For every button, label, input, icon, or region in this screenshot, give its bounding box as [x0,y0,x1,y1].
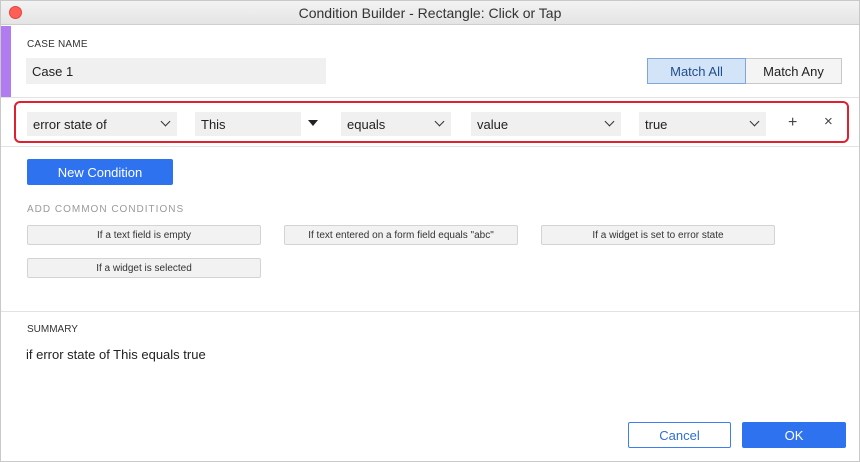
match-mode-toggle: Match All Match Any [647,58,842,84]
new-condition-button[interactable]: New Condition [27,159,173,185]
window-title: Condition Builder - Rectangle: Click or … [298,5,562,21]
value-select[interactable]: true [639,112,766,136]
property-select-value: error state of [33,116,107,132]
chevron-down-icon [749,116,760,127]
value-select-value: true [645,116,668,132]
value-type-select-value: value [477,116,509,132]
target-select[interactable]: This [195,112,301,136]
title-bar: Condition Builder - Rectangle: Click or … [1,1,859,25]
common-conditions-label: ADD COMMON CONDITIONS [27,204,185,215]
divider [1,146,859,147]
common-condition-widget-selected[interactable]: If a widget is selected [27,258,261,278]
divider [1,97,859,98]
condition-row: error state of This equals value true + … [14,101,849,143]
plus-icon[interactable]: + [788,114,797,132]
chevron-down-icon [434,116,445,127]
case-name-input[interactable] [26,58,326,84]
match-all-button[interactable]: Match All [647,58,746,84]
case-name-label: CASE NAME [27,39,88,50]
chevron-down-icon [604,116,615,127]
chevron-down-icon [160,116,171,127]
common-condition-error-state[interactable]: If a widget is set to error state [541,225,775,245]
common-condition-text-empty[interactable]: If a text field is empty [27,225,261,245]
operator-select-value: equals [347,116,386,132]
property-select[interactable]: error state of [27,112,177,136]
condition-builder-window: Condition Builder - Rectangle: Click or … [0,0,860,462]
triangle-down-icon[interactable] [308,120,318,126]
summary-text: if error state of This equals true [26,347,206,362]
divider [1,311,859,312]
cancel-button[interactable]: Cancel [628,422,731,448]
x-icon[interactable]: × [824,113,833,131]
match-any-button[interactable]: Match Any [746,58,842,84]
target-select-value: This [201,116,226,132]
case-accent-bar [1,26,11,97]
common-condition-text-equals[interactable]: If text entered on a form field equals "… [284,225,518,245]
summary-label: SUMMARY [27,324,78,335]
value-type-select[interactable]: value [471,112,621,136]
ok-button[interactable]: OK [742,422,846,448]
operator-select[interactable]: equals [341,112,451,136]
